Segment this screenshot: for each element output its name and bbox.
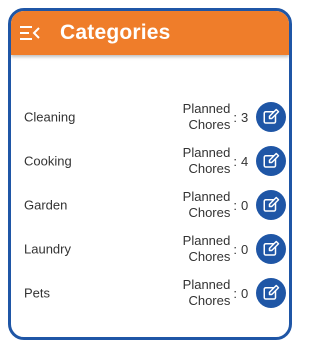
edit-button[interactable]	[256, 146, 286, 176]
category-name: Garden	[24, 197, 68, 213]
chore-count: 0	[241, 241, 249, 257]
edit-icon	[263, 284, 280, 300]
stat-label: Planned Chores	[182, 277, 231, 308]
edit-icon	[263, 240, 280, 256]
stat-label: Planned Chores	[182, 233, 231, 264]
edit-icon	[263, 152, 280, 168]
chore-count: 3	[241, 109, 249, 125]
stat-colon: :	[233, 197, 237, 213]
stat-label: Planned Chores	[182, 189, 231, 220]
list-item: Pets Planned Chores : 0	[11, 271, 289, 315]
chore-count: 0	[241, 285, 249, 301]
category-name: Pets	[24, 285, 51, 301]
chore-count: 0	[241, 197, 249, 213]
list-item: Garden Planned Chores : 0	[11, 183, 289, 227]
stat-colon: :	[233, 153, 237, 169]
categories-panel: Categories Cleaning Planned Chores : 3 C…	[8, 8, 292, 340]
category-list: Cleaning Planned Chores : 3 Cooking Plan…	[11, 95, 289, 315]
stat-label: Planned Chores	[182, 101, 231, 132]
edit-button[interactable]	[256, 234, 286, 264]
stat-label: Planned Chores	[182, 145, 231, 176]
list-item: Cleaning Planned Chores : 3	[11, 95, 289, 139]
category-name: Cleaning	[24, 109, 76, 125]
edit-button[interactable]	[256, 102, 286, 132]
category-name: Laundry	[24, 241, 71, 257]
edit-icon	[263, 108, 280, 124]
stat-colon: :	[233, 241, 237, 257]
list-item: Cooking Planned Chores : 4	[11, 139, 289, 183]
category-name: Cooking	[24, 153, 72, 169]
page-title: Categories	[60, 21, 171, 44]
planned-chores-stat: Planned Chores : 4	[178, 145, 249, 177]
list-item: Laundry Planned Chores : 0	[11, 227, 289, 271]
edit-button[interactable]	[256, 190, 286, 220]
planned-chores-stat: Planned Chores : 0	[178, 189, 249, 221]
header-bar: Categories	[11, 11, 289, 55]
planned-chores-stat: Planned Chores : 0	[178, 233, 249, 265]
planned-chores-stat: Planned Chores : 0	[178, 277, 249, 309]
edit-icon	[263, 196, 280, 212]
chore-count: 4	[241, 153, 249, 169]
menu-collapse-icon[interactable]	[19, 22, 41, 44]
edit-button[interactable]	[256, 278, 286, 308]
stat-colon: :	[233, 109, 237, 125]
planned-chores-stat: Planned Chores : 3	[178, 101, 249, 133]
stat-colon: :	[233, 285, 237, 301]
